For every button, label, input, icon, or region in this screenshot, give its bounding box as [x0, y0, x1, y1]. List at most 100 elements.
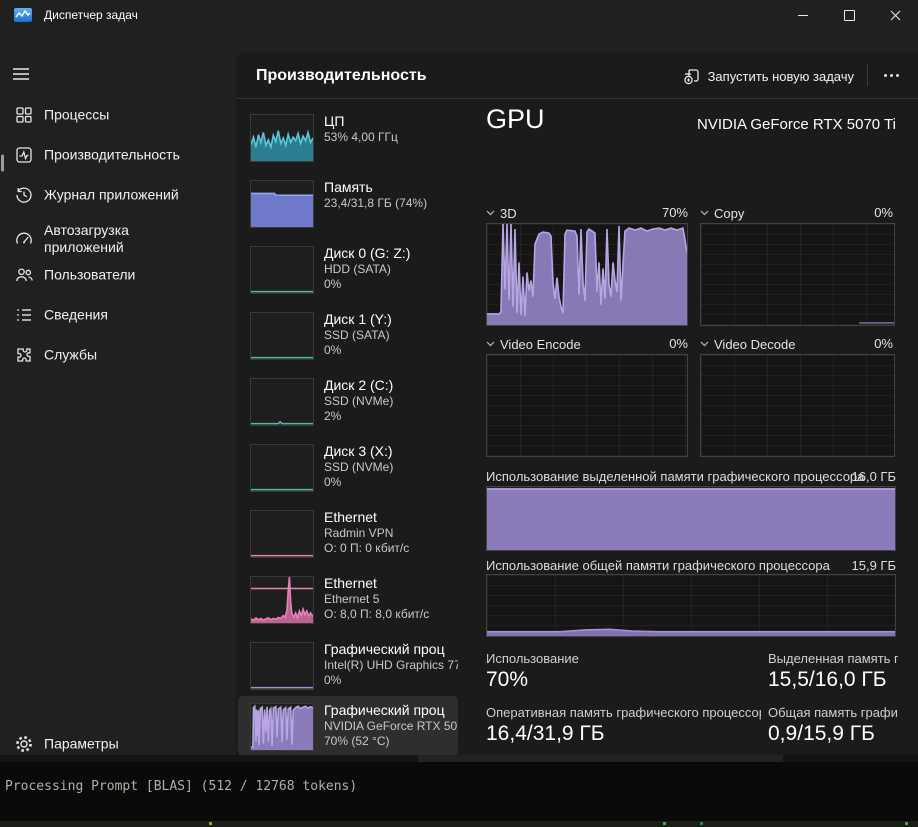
mini-chart-eth1: [250, 510, 314, 558]
gpu-video-decode-chart: [700, 354, 895, 457]
stat-shared-memory: Общая память графиче 0,9/15,9 ГБ: [768, 705, 898, 746]
perf-item-title: Графический проц: [324, 640, 458, 658]
perf-list-item-disk2[interactable]: Диск 2 (C:)SSD (NVMe)2%: [238, 376, 458, 438]
gpu-device-name: NVIDIA GeForce RTX 5070 Ti: [697, 116, 896, 133]
run-new-task-label: Запустить новую задачу: [708, 69, 854, 84]
sidebar-item-users[interactable]: Пользователи: [0, 260, 236, 290]
gpu-3d-chart: [486, 223, 688, 326]
chart-value-video-decode: 0%: [831, 336, 893, 352]
perf-item-subtext: 0%: [324, 343, 458, 358]
mini-chart-disk3: [250, 444, 314, 492]
stat-gpu-ram: Оперативная память графического процессо…: [486, 705, 761, 746]
speedometer-icon: [14, 229, 34, 249]
screen: Диспетчер задач Процессы Производительнос…: [0, 0, 918, 827]
mini-chart-disk1: [250, 312, 314, 360]
titlebar: Диспетчер задач: [0, 0, 918, 30]
shared-memory-label: Использование общей памяти графического …: [486, 558, 830, 573]
perf-item-subtext: Radmin VPN: [324, 526, 458, 541]
sidebar-item-speedometer[interactable]: Автозагрузка приложений: [0, 218, 236, 260]
chevron-down-icon: [700, 210, 709, 216]
grid-icon: [14, 105, 34, 125]
run-new-task-button[interactable]: Запустить новую задачу: [683, 63, 854, 89]
more-options-button[interactable]: [878, 67, 904, 83]
performance-list: ЦП53% 4,00 ГГцПамять23,4/31,8 ГБ (74%)Ди…: [236, 99, 460, 755]
puzzle-icon: [14, 345, 34, 365]
users-icon: [14, 265, 34, 285]
selection-indicator: [1, 154, 4, 171]
perf-item-title: Графический проц: [324, 701, 458, 719]
menu-toggle-button[interactable]: [11, 64, 35, 88]
taskbar-speck: [209, 822, 212, 825]
taskbar-speck: [663, 822, 666, 825]
perf-item-subtext: 70% (52 °C): [324, 734, 458, 749]
maximize-icon: [844, 10, 855, 21]
sidebar-item-label: Сведения: [44, 307, 108, 324]
mini-chart-eth2: [250, 576, 314, 624]
minimize-button[interactable]: [780, 0, 826, 30]
perf-item-subtext: SSD (NVMe): [324, 460, 458, 475]
perf-item-subtext: О: 0 П: 0 кбит/с: [324, 541, 458, 556]
mini-chart-gpu1: [250, 703, 314, 751]
perf-list-item-disk3[interactable]: Диск 3 (X:)SSD (NVMe)0%: [238, 442, 458, 504]
sidebar-item-label: Службы: [44, 347, 97, 364]
perf-list-item-cpu[interactable]: ЦП53% 4,00 ГГц: [238, 112, 458, 174]
app-icon: [14, 7, 32, 23]
mini-chart-cpu: [250, 114, 314, 162]
perf-item-title: Диск 3 (X:): [324, 442, 458, 460]
sidebar-item-label: Параметры: [44, 736, 119, 753]
chart-header-video-decode[interactable]: Video Decode: [700, 336, 795, 352]
minimize-icon: [798, 15, 808, 16]
perf-item-subtext: HDD (SATA): [324, 262, 458, 277]
perf-list-item-disk0[interactable]: Диск 0 (G: Z:)HDD (SATA)0%: [238, 244, 458, 306]
hamburger-icon: [11, 64, 31, 84]
list-icon: [14, 305, 34, 325]
sidebar-item-label: Пользователи: [44, 267, 135, 284]
perf-item-subtext: Intel(R) UHD Graphics 770: [324, 658, 458, 673]
perf-item-subtext: О: 8,0 П: 8,0 кбит/с: [324, 607, 458, 622]
gpu-panel: GPU NVIDIA GeForce RTX 5070 Ti 3D 70% Co…: [486, 99, 898, 755]
background-window-edge: [0, 755, 918, 762]
chart-header-copy[interactable]: Copy: [700, 205, 744, 221]
chart-header-3d[interactable]: 3D: [486, 205, 517, 221]
task-manager-window: Диспетчер задач Процессы Производительнос…: [0, 0, 918, 755]
perf-list-item-disk1[interactable]: Диск 1 (Y:)SSD (SATA)0%: [238, 310, 458, 372]
perf-list-item-eth2[interactable]: EthernetEthernet 5О: 8,0 П: 8,0 кбит/с: [238, 574, 458, 636]
perf-list-item-mem[interactable]: Память23,4/31,8 ГБ (74%): [238, 178, 458, 240]
perf-item-title: Диск 0 (G: Z:): [324, 244, 458, 262]
chevron-down-icon: [486, 341, 495, 347]
sidebar-item-pulse[interactable]: Производительность: [0, 139, 236, 171]
chart-value-video-encode: 0%: [626, 336, 688, 352]
gpu-heading: GPU: [486, 104, 545, 135]
chart-value-copy: 0%: [831, 205, 893, 221]
shared-memory-chart: [486, 574, 896, 637]
gpu-copy-chart: [700, 223, 895, 326]
close-icon: [890, 10, 901, 21]
sidebar-item-grid[interactable]: Процессы: [0, 100, 236, 130]
sidebar-item-list[interactable]: Сведения: [0, 300, 236, 330]
chart-header-video-encode[interactable]: Video Encode: [486, 336, 581, 352]
chevron-down-icon: [486, 210, 495, 216]
perf-item-title: Память: [324, 178, 458, 196]
gpu-video-encode-chart: [486, 354, 688, 457]
chart-value-3d: 70%: [626, 205, 688, 221]
header-divider: [867, 64, 868, 86]
perf-list-item-eth1[interactable]: EthernetRadmin VPNО: 0 П: 0 кбит/с: [238, 508, 458, 570]
perf-item-subtext: 0%: [324, 277, 458, 292]
perf-item-title: Ethernet: [324, 574, 458, 592]
perf-item-subtext: 23,4/31,8 ГБ (74%): [324, 196, 458, 211]
perf-item-subtext: Ethernet 5: [324, 592, 458, 607]
dedicated-memory-max: 16,0 ГБ: [852, 469, 896, 484]
perf-item-subtext: 0%: [324, 475, 458, 490]
perf-item-subtext: 2%: [324, 409, 458, 424]
pulse-icon: [14, 145, 34, 165]
maximize-button[interactable]: [826, 0, 872, 30]
sidebar-item-puzzle[interactable]: Службы: [0, 340, 236, 370]
perf-list-item-gpu1[interactable]: Графический процNVIDIA GeForce RTX 50707…: [238, 696, 458, 755]
sidebar-item-history[interactable]: Журнал приложений: [0, 180, 236, 210]
close-button[interactable]: [872, 0, 918, 30]
perf-item-subtext: 53% 4,00 ГГц: [324, 130, 458, 145]
perf-list-item-gpu0[interactable]: Графический процIntel(R) UHD Graphics 77…: [238, 640, 458, 702]
perf-item-title: ЦП: [324, 112, 458, 130]
chevron-down-icon: [700, 341, 709, 347]
taskbar-speck: [700, 822, 703, 825]
